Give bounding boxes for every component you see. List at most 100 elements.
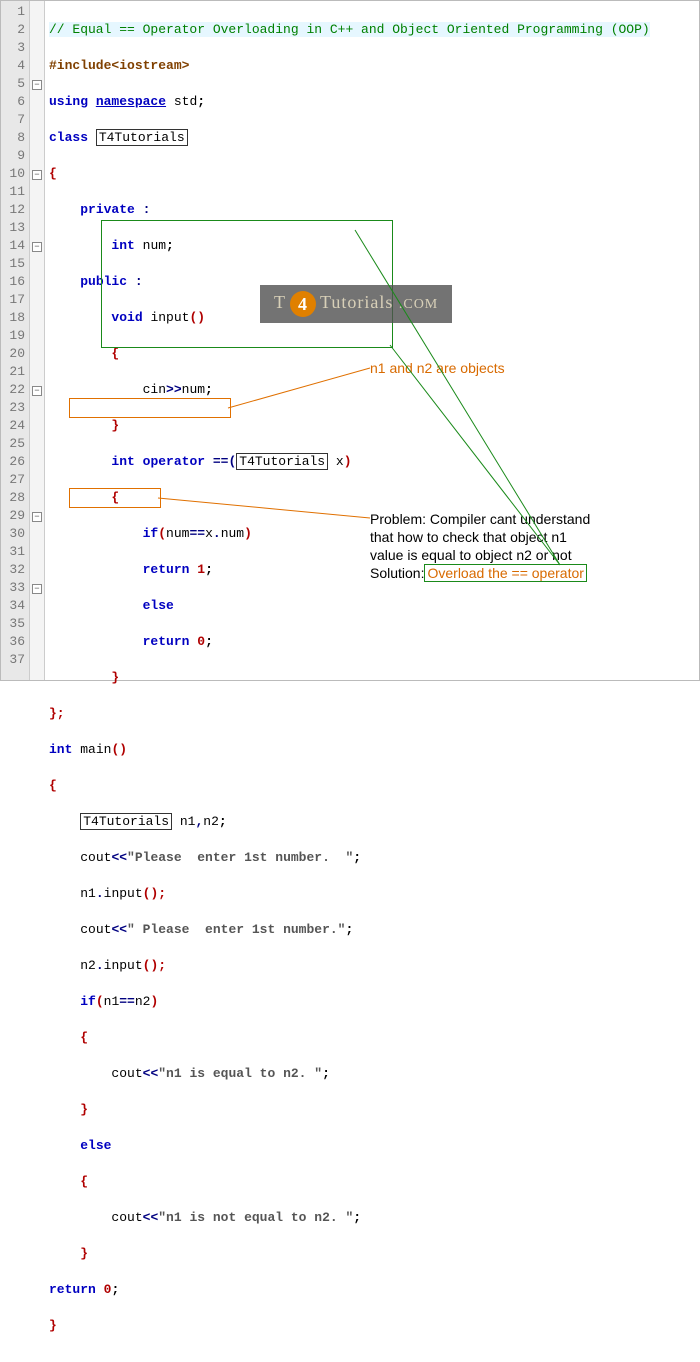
kw: class [49, 130, 88, 145]
punc: , [195, 814, 203, 829]
paren: ) [344, 454, 352, 469]
class-name-box: T4Tutorials [96, 129, 188, 146]
paren: ) [150, 994, 158, 1009]
kw: public [80, 274, 127, 289]
kw: int [111, 454, 134, 469]
op: << [111, 922, 127, 937]
fold-toggle[interactable]: − [32, 512, 42, 522]
ident: x [205, 526, 213, 541]
kw: return [49, 1282, 96, 1297]
paren: ( [158, 526, 166, 541]
punc: : [143, 202, 151, 217]
brace: }; [49, 706, 65, 721]
ident: n2 [80, 958, 96, 973]
fold-toggle[interactable]: − [32, 386, 42, 396]
kw: return [143, 562, 190, 577]
fold-toggle[interactable]: − [32, 584, 42, 594]
kw: if [80, 994, 96, 1009]
ident: n2 [135, 994, 151, 1009]
punc: ; [197, 94, 205, 109]
ident: input [104, 886, 143, 901]
line-number-gutter: 1234567891011121314151617181920212223242… [1, 1, 30, 680]
ident: input [150, 310, 189, 325]
fold-column: − − − − − − [30, 1, 45, 680]
brace: { [80, 1030, 88, 1045]
kw: int [111, 238, 134, 253]
punc: ; [166, 238, 174, 253]
ident: main [80, 742, 111, 757]
fold-toggle[interactable]: − [32, 170, 42, 180]
brace: { [49, 778, 57, 793]
ident: cout [80, 922, 111, 937]
kw: namespace [96, 94, 166, 109]
brace: } [111, 418, 119, 433]
ident: n1 [180, 814, 196, 829]
ident: cin [143, 382, 166, 397]
num: 0 [104, 1282, 112, 1297]
brace: { [111, 490, 119, 505]
fold-toggle[interactable]: − [32, 80, 42, 90]
string: " Please enter 1st number." [127, 922, 345, 937]
brace: } [80, 1246, 88, 1261]
ident: cout [111, 1210, 142, 1225]
op: << [111, 850, 127, 865]
kw: using [49, 94, 88, 109]
punc: : [135, 274, 143, 289]
op: << [143, 1066, 159, 1081]
ident: num [182, 382, 205, 397]
punc: ; [205, 562, 213, 577]
punc: ; [345, 922, 353, 937]
kw: if [143, 526, 159, 541]
kw: operator [143, 454, 205, 469]
ident: num [221, 526, 244, 541]
include-header: <iostream> [111, 58, 189, 73]
brace: { [49, 166, 57, 181]
punc: ; [205, 634, 213, 649]
string: "n1 is not equal to n2. " [158, 1210, 353, 1225]
punc: ; [205, 382, 213, 397]
ident: cout [111, 1066, 142, 1081]
paren: (); [143, 958, 166, 973]
op: << [143, 1210, 159, 1225]
paren: (); [143, 886, 166, 901]
op: . [213, 526, 221, 541]
paren: () [111, 742, 127, 757]
code-area: // Equal == Operator Overloading in C++ … [45, 1, 699, 680]
op: . [96, 886, 104, 901]
string: "n1 is equal to n2. " [158, 1066, 322, 1081]
kw: void [111, 310, 142, 325]
op: ==( [213, 454, 236, 469]
op: >> [166, 382, 182, 397]
ident: n2 [203, 814, 219, 829]
ident: num [166, 526, 189, 541]
comment-line: // Equal == Operator Overloading in C++ … [49, 22, 650, 37]
fold-toggle[interactable]: − [32, 242, 42, 252]
ident: n1 [104, 994, 120, 1009]
paren: () [189, 310, 205, 325]
punc: ; [219, 814, 227, 829]
brace: } [111, 670, 119, 685]
kw: else [143, 598, 174, 613]
op: == [119, 994, 135, 1009]
kw: private [80, 202, 135, 217]
punc: ; [353, 1210, 361, 1225]
brace: { [111, 346, 119, 361]
num: 1 [197, 562, 205, 577]
brace: { [80, 1174, 88, 1189]
ident: std [174, 94, 197, 109]
code-editor: 1234567891011121314151617181920212223242… [0, 0, 700, 681]
ident: cout [80, 850, 111, 865]
ident: num [143, 238, 166, 253]
string: "Please enter 1st number. " [127, 850, 353, 865]
kw: return [143, 634, 190, 649]
paren: ) [244, 526, 252, 541]
num: 0 [197, 634, 205, 649]
objects-decl-box [69, 398, 231, 418]
punc: ; [111, 1282, 119, 1297]
ident: input [104, 958, 143, 973]
ident: n1 [80, 886, 96, 901]
paren: ( [96, 994, 104, 1009]
kw: else [80, 1138, 111, 1153]
var-type-box: T4Tutorials [80, 813, 172, 830]
brace: } [80, 1102, 88, 1117]
